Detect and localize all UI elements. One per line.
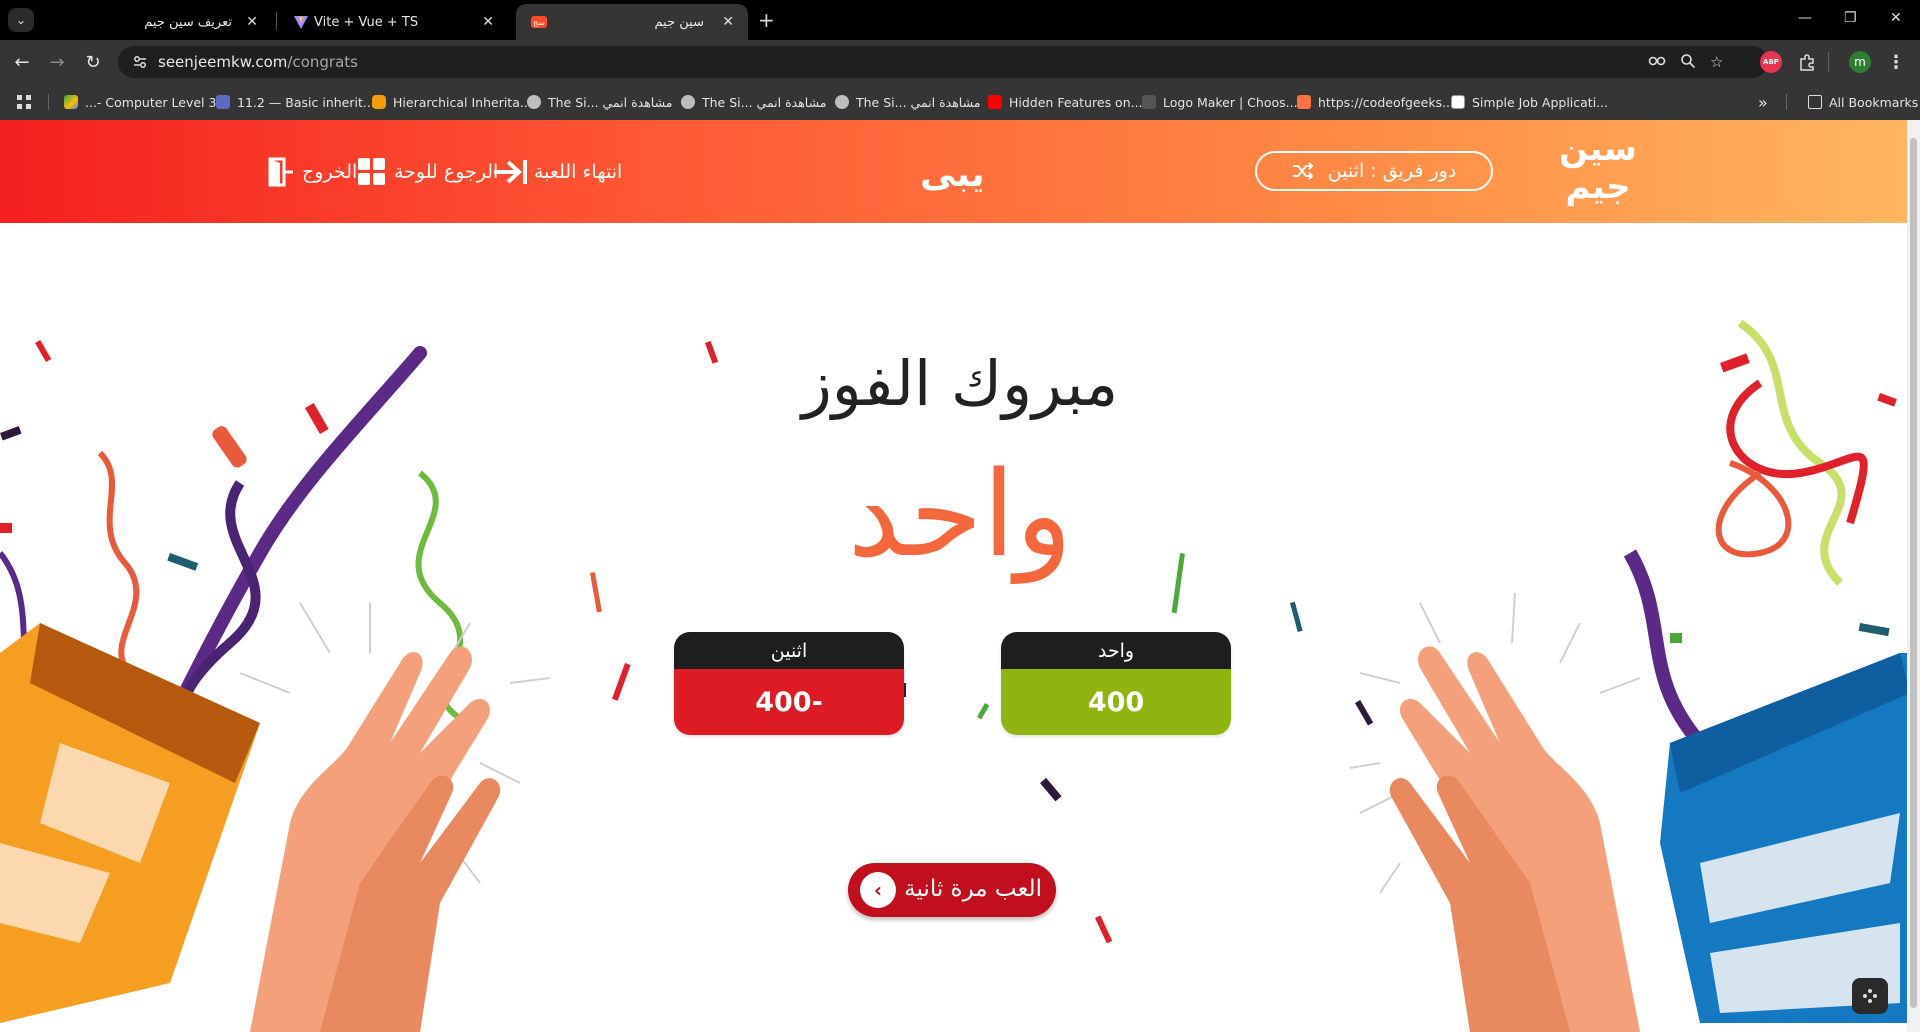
globe-icon — [835, 95, 849, 109]
browser-tab-bar: ⌄ تعريف سين جيم ✕ Vite + Vue + TS ✕ سج س… — [0, 0, 1920, 40]
bookmark-item[interactable]: ...- Computer Level 3 — [64, 93, 216, 111]
address-bar[interactable]: seenjeemkw.com/congrats ☆ — [118, 46, 1768, 78]
game-header: الخروج الرجوع للوحة انتهاء اللعبة يبى دو… — [0, 120, 1920, 223]
close-window-button[interactable]: ✕ — [1890, 10, 1902, 26]
tab-title: تعريف سين جيم — [144, 14, 232, 30]
logo-maker-icon — [1142, 95, 1156, 109]
play-again-button[interactable]: ‹ العب مرة ثانية — [848, 863, 1056, 917]
logo-line-2: جيم — [1565, 167, 1631, 207]
bookmark-item[interactable]: Simple Job Applicati... — [1451, 93, 1608, 111]
tab-seenjeem-intro[interactable]: تعريف سين جيم ✕ — [140, 4, 268, 40]
bookmarks-bar: ...- Computer Level 3 11.2 — Basic inher… — [0, 84, 1920, 121]
bookmark-item[interactable]: Hierarchical Inherita... — [372, 93, 532, 111]
clapping-hands-left — [250, 646, 501, 1032]
team-turn-indicator: دور فريق : اثنين — [1255, 151, 1493, 191]
site-settings-icon[interactable] — [132, 54, 148, 70]
exit-button[interactable]: الخروج — [268, 156, 357, 188]
youtube-icon — [988, 95, 1002, 109]
tab-close-icon[interactable]: ✕ — [246, 14, 258, 30]
seenjeem-logo[interactable]: سين جيم — [1558, 130, 1638, 214]
seenjeem-favicon-icon: سج — [530, 13, 548, 31]
bookmarks-overflow-chevron-icon[interactable]: » — [1758, 93, 1768, 112]
play-again-label: العب مرة ثانية — [904, 876, 1042, 902]
end-game-label: انتهاء اللعبة — [534, 161, 623, 183]
kebab-menu-icon[interactable]: ⋮ — [1885, 51, 1907, 73]
toolbar-separator — [1828, 52, 1829, 72]
bookmark-item[interactable]: 11.2 — Basic inherit... — [216, 93, 375, 111]
team-score: 400 — [1001, 669, 1231, 735]
adblock-plus-icon[interactable]: ABP — [1760, 51, 1782, 73]
cpp-icon — [216, 95, 230, 109]
profile-avatar[interactable]: m — [1849, 51, 1871, 73]
page-viewport: الخروج الرجوع للوحة انتهاء اللعبة يبى دو… — [0, 120, 1920, 1032]
party-horn-right — [1660, 653, 1920, 1023]
svg-text:سج: سج — [533, 18, 545, 27]
center-logo: يبى — [920, 154, 985, 195]
winner-team-name: واحد — [847, 445, 1073, 583]
exit-label: الخروج — [302, 161, 358, 183]
browser-toolbar: ← → ↻ seenjeemkw.com/congrats ☆ ABP m ⋮ — [0, 40, 1920, 84]
forward-arrow-icon[interactable]: → — [45, 50, 69, 74]
orange-streamer — [97, 450, 140, 676]
globe-icon — [527, 95, 541, 109]
team-score-card-wahid: واحد 400 — [1001, 632, 1231, 735]
google-drive-icon — [64, 95, 78, 109]
turn-label: دور فريق : اثنين — [1327, 160, 1457, 182]
grid-board-icon — [358, 158, 385, 185]
bookmark-star-icon[interactable]: ☆ — [1710, 53, 1723, 71]
team-name: واحد — [1001, 632, 1231, 669]
floating-widget-icon[interactable] — [1852, 978, 1888, 1014]
password-key-icon[interactable] — [1648, 53, 1668, 73]
bookmark-item[interactable]: The Si... مشاهدة انمي — [835, 93, 980, 111]
party-horn-left — [0, 623, 260, 1023]
all-bookmarks-button[interactable]: All Bookmarks — [1808, 93, 1918, 111]
hexagon-icon — [372, 95, 386, 109]
back-to-board-label: الرجوع للوحة — [394, 161, 499, 183]
bookmark-item[interactable]: The Si... مشاهدة انمي — [527, 93, 672, 111]
tab-title: Vite + Vue + TS — [314, 14, 419, 30]
bookmark-item[interactable]: https://codeofgeeks... — [1297, 93, 1454, 111]
tab-title: سين جيم — [654, 14, 704, 30]
exit-door-icon — [268, 157, 293, 187]
apps-grid-icon[interactable] — [16, 93, 32, 111]
url-text: seenjeemkw.com/congrats — [158, 53, 358, 71]
reload-icon[interactable]: ↻ — [81, 50, 105, 74]
vite-icon — [292, 13, 310, 31]
team-score: 400- — [674, 669, 904, 735]
zoom-icon[interactable] — [1680, 53, 1696, 73]
team-name: اثنين — [674, 632, 904, 669]
end-game-button[interactable]: انتهاء اللعبة — [492, 156, 622, 188]
congrats-title: مبروك الفوز — [801, 347, 1119, 420]
back-to-board-button[interactable]: الرجوع للوحة — [358, 156, 498, 188]
clapping-hands-right — [1389, 646, 1640, 1032]
shuffle-icon — [1292, 162, 1314, 180]
logo-line-1: سين — [1559, 129, 1637, 169]
page-scrollbar[interactable] — [1907, 120, 1920, 1032]
tab-vite-vue[interactable]: Vite + Vue + TS ✕ — [278, 4, 508, 40]
folder-icon — [1808, 95, 1822, 109]
job-app-icon — [1451, 95, 1465, 109]
globe-icon — [681, 95, 695, 109]
green-streamer — [1737, 319, 1846, 586]
url-path: /congrats — [287, 53, 358, 71]
codeofgeeks-icon — [1297, 95, 1311, 109]
tab-search-chevron-icon[interactable]: ⌄ — [8, 8, 34, 32]
back-arrow-icon[interactable]: ← — [10, 50, 34, 74]
extensions-puzzle-icon[interactable] — [1796, 51, 1818, 73]
scrollbar-thumb[interactable] — [1910, 138, 1917, 1008]
new-tab-button[interactable]: + — [758, 10, 775, 30]
bookmark-item[interactable]: Logo Maker | Choos... — [1142, 93, 1298, 111]
team-score-card-ithnain: اثنين 400- — [674, 632, 904, 735]
chevron-left-icon: ‹ — [860, 872, 896, 908]
arrow-to-bar-icon — [494, 160, 527, 184]
minimize-button[interactable]: — — [1798, 10, 1812, 26]
tab-close-icon[interactable]: ✕ — [482, 14, 494, 30]
tab-seenjeem[interactable]: سج سين جيم ✕ — [516, 4, 748, 40]
bookmark-item[interactable]: Hidden Features on... — [988, 93, 1143, 111]
bookmark-item[interactable]: The Si... مشاهدة انمي — [681, 93, 826, 111]
tab-close-icon[interactable]: ✕ — [722, 14, 734, 30]
restore-button[interactable]: ❐ — [1844, 10, 1857, 26]
purple-streamer — [153, 346, 427, 750]
url-host: seenjeemkw.com — [158, 53, 288, 71]
